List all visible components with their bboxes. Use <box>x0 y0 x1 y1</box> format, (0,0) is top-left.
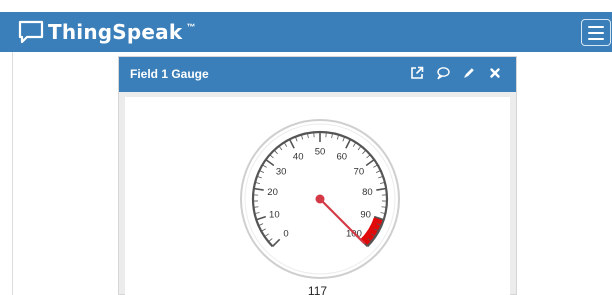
widget-header: Field 1 Gauge <box>119 57 516 92</box>
gauge-tick-label: 40 <box>293 152 304 163</box>
gauge-tick-label: 60 <box>337 152 348 163</box>
gauge-tick-label: 70 <box>354 166 365 177</box>
gauge-needle-hub <box>315 194 325 204</box>
gauge-tick-label: 0 <box>283 228 288 239</box>
gauge-tick-label: 20 <box>267 187 278 198</box>
comment-icon[interactable] <box>436 66 450 80</box>
brand-trademark: ™ <box>186 22 196 32</box>
gauge-value-label: 117 <box>307 284 328 295</box>
pencil-icon[interactable] <box>462 66 476 80</box>
hamburger-menu-button[interactable] <box>581 19 611 46</box>
top-navbar: ThingSpeak ™ <box>0 12 612 52</box>
gauge-tick-label: 90 <box>360 209 371 220</box>
widget-title: Field 1 Gauge <box>130 67 209 81</box>
gauge-tick-label: 10 <box>269 209 280 220</box>
widget-actions <box>410 66 502 80</box>
left-divider <box>12 52 13 295</box>
gauge-widget: Field 1 Gauge 0102030405060708090100 117 <box>118 56 517 295</box>
gauge-tick-label: 80 <box>362 187 373 198</box>
gauge-tick-label: 50 <box>315 147 326 158</box>
brand-name: ThingSpeak <box>48 20 183 44</box>
brand-logo[interactable]: ThingSpeak ™ <box>18 18 195 46</box>
close-icon[interactable] <box>488 66 502 80</box>
hamburger-menu-icon <box>588 25 604 28</box>
widget-body: 0102030405060708090100 117 <box>125 97 510 295</box>
gauge-tick-label: 30 <box>276 166 287 177</box>
chat-bubble-logo-icon <box>18 20 44 44</box>
gauge-chart: 0102030405060708090100 <box>240 119 400 279</box>
external-link-icon[interactable] <box>410 66 424 80</box>
